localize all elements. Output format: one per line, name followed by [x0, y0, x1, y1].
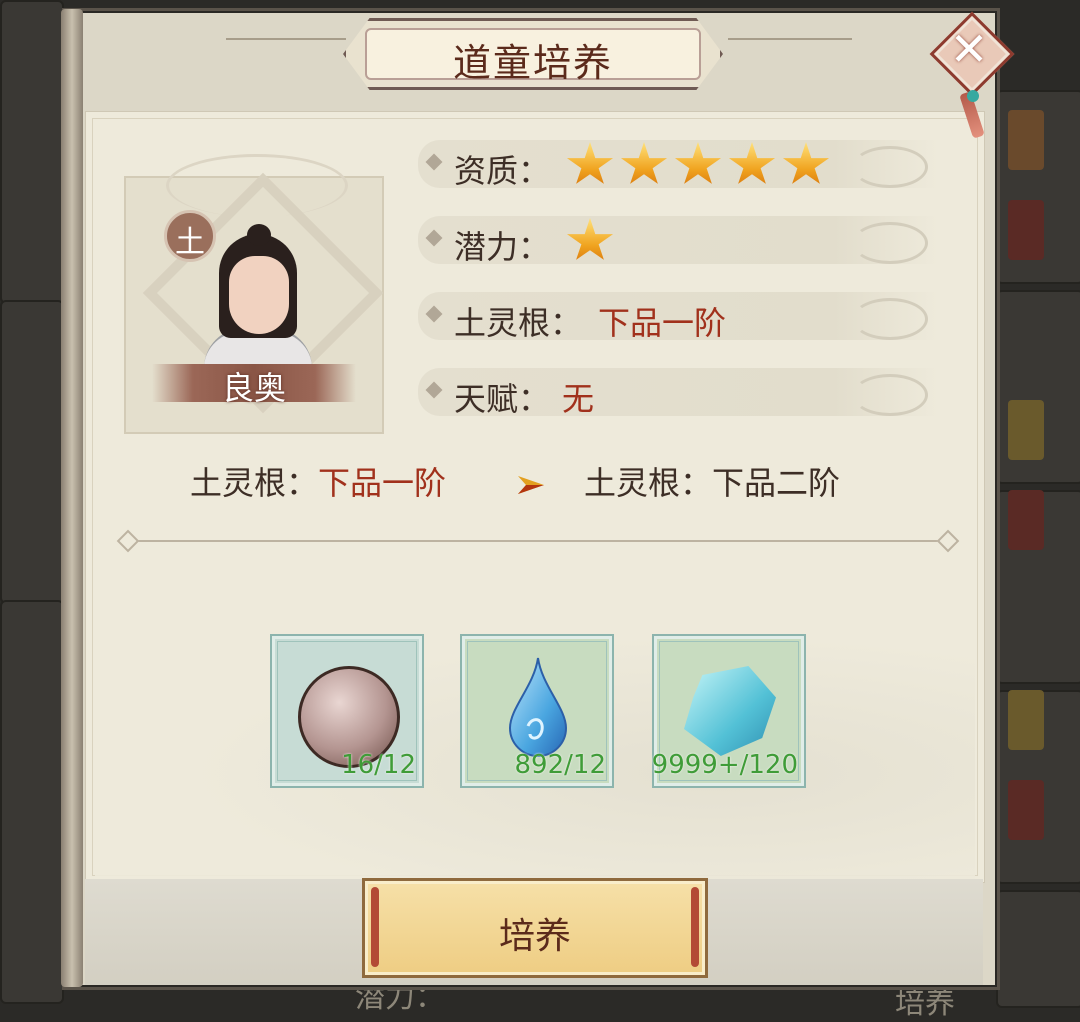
spirit-root-label: 土灵根：: [454, 304, 583, 342]
star-icon: [566, 218, 614, 260]
bullet-icon: [425, 381, 443, 399]
aptitude-stars: [566, 142, 830, 186]
bg-panel: [0, 600, 64, 1004]
title-plate: 道童培养: [343, 18, 723, 90]
current-spirit-root: 土灵根：下品一阶: [190, 458, 446, 504]
talent-row: 天赋： 无: [418, 368, 938, 418]
aptitude-row: 资质：: [418, 140, 938, 190]
title-line-right: [728, 38, 852, 40]
potential-label: 潜力：: [454, 228, 551, 266]
material-slot-water-drop[interactable]: 892/12: [460, 634, 614, 788]
section-divider: [128, 540, 948, 542]
arrow-right-icon: [518, 476, 544, 494]
character-topknot: [247, 224, 271, 246]
material-slot-pearl[interactable]: 16/12: [270, 634, 424, 788]
star-icon: [674, 142, 722, 184]
material-count: 9999+/120: [651, 750, 798, 780]
cultivate-button-label: 培养: [498, 916, 571, 957]
current-root-value: 下品一阶: [318, 464, 447, 502]
bg-accent: [1008, 110, 1044, 170]
character-name: 良奥: [221, 369, 286, 407]
bg-accent: [1008, 490, 1044, 550]
material-slot-crystal[interactable]: 9999+/120: [652, 634, 806, 788]
element-badge-label: 土: [175, 225, 205, 260]
character-portrait: 良奥 土: [124, 154, 384, 434]
bead-decoration: [967, 90, 979, 102]
bullet-icon: [425, 229, 443, 247]
potential-row: 潜力：: [418, 216, 938, 266]
bg-panel: [996, 890, 1080, 1008]
close-x-icon: ✕: [949, 22, 989, 76]
star-icon: [620, 142, 668, 184]
current-root-label: 土灵根：: [190, 464, 319, 502]
potential-stars: [566, 218, 614, 262]
next-spirit-root: 土灵根：下品二阶: [584, 458, 840, 504]
title-line-left: [226, 38, 346, 40]
cloud-swirl-icon: [852, 298, 928, 340]
cultivate-button[interactable]: 培养: [362, 878, 708, 978]
cloud-swirl-icon: [852, 146, 928, 188]
talent-value: 无: [562, 380, 595, 418]
scroll-rod-decoration: [61, 9, 83, 987]
dialog-title: 道童培养: [452, 41, 613, 85]
bg-panel: [0, 0, 64, 304]
star-icon: [728, 142, 776, 184]
cloud-swirl-icon: [852, 374, 928, 416]
next-root-value: 下品二阶: [712, 464, 841, 502]
bg-accent: [1008, 400, 1044, 460]
star-icon: [782, 142, 830, 184]
earth-element-badge: 土: [164, 210, 216, 262]
star-icon: [566, 142, 614, 184]
bg-accent: [1008, 780, 1044, 840]
material-count: 16/12: [341, 750, 416, 780]
spirit-root-row: 土灵根： 下品一阶: [418, 292, 938, 342]
talent-label: 天赋：: [454, 380, 551, 418]
bullet-icon: [425, 305, 443, 323]
bg-panel: [0, 300, 64, 604]
bg-accent: [1008, 200, 1044, 260]
character-face: [229, 256, 289, 334]
spirit-root-value: 下品一阶: [598, 304, 727, 342]
aptitude-label: 资质：: [454, 152, 551, 190]
water-drop-icon: [508, 657, 568, 757]
bullet-icon: [425, 153, 443, 171]
bg-accent: [1008, 690, 1044, 750]
cloud-swirl-icon: [852, 222, 928, 264]
close-button[interactable]: ✕: [929, 11, 1015, 97]
material-count: 892/12: [514, 750, 606, 780]
next-root-label: 土灵根：: [584, 464, 713, 502]
